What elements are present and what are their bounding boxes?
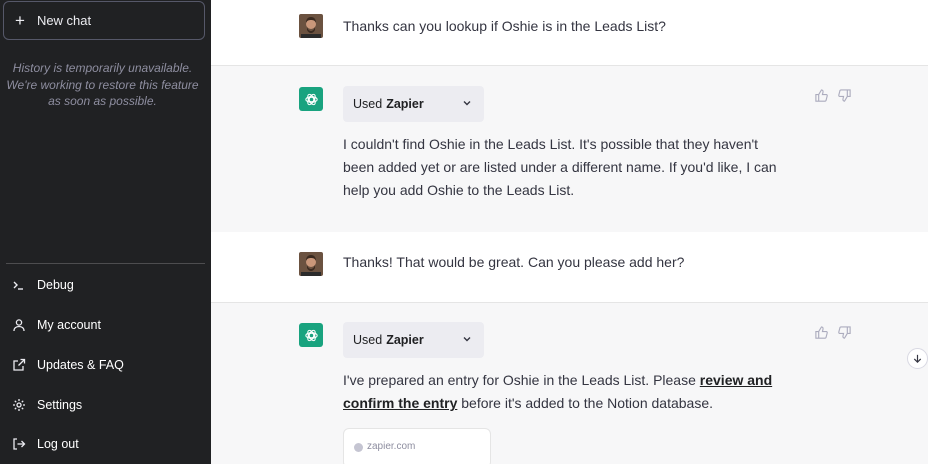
chevron-down-icon	[463, 101, 471, 106]
plugin-used-dropdown[interactable]: Used Zapier	[343, 86, 484, 122]
sidebar-item-label: Log out	[37, 437, 79, 451]
user-icon	[12, 318, 26, 332]
feedback-buttons	[814, 88, 852, 103]
sidebar-item-settings[interactable]: Settings	[6, 389, 205, 421]
new-chat-label: New chat	[36, 13, 92, 28]
arrow-down-icon	[913, 354, 922, 364]
plugin-name: Zapier	[386, 333, 424, 347]
new-chat-button[interactable]: + New chat	[3, 1, 205, 40]
user-message: Thanks! That would be great. Can you ple…	[211, 232, 928, 302]
message-text: Thanks can you lookup if Oshie is in the…	[343, 18, 666, 34]
sidebar-divider	[6, 263, 205, 264]
plugin-name: Zapier	[386, 97, 424, 111]
logout-icon	[12, 437, 26, 451]
message-text-before-link: I've prepared an entry for Oshie in the …	[343, 372, 696, 388]
assistant-message: Used Zapier I couldn't find Oshie in the…	[211, 66, 928, 232]
sidebar-item-log-out[interactable]: Log out	[6, 428, 205, 460]
external-link-icon	[12, 358, 26, 372]
scroll-to-bottom-button[interactable]	[907, 348, 928, 369]
sidebar: + New chat History is temporarily unavai…	[0, 0, 211, 464]
sidebar-item-label: Settings	[37, 398, 83, 412]
history-unavailable-note: History is temporarily unavailable. We'r…	[6, 61, 199, 108]
plugin-prefix: Used	[353, 97, 383, 111]
message-text: I've prepared an entry for Oshie in the …	[343, 369, 813, 415]
conversation-area: Thanks can you lookup if Oshie is in the…	[211, 0, 928, 464]
user-avatar	[299, 14, 323, 38]
user-message: Thanks can you lookup if Oshie is in the…	[211, 0, 928, 65]
gear-icon	[12, 398, 26, 412]
sidebar-item-label: My account	[37, 318, 101, 332]
message-text-after-link: before it's added to the Notion database…	[461, 395, 713, 411]
thumbs-up-icon[interactable]	[814, 88, 829, 103]
chatgpt-logo-icon	[299, 323, 323, 347]
plugin-prefix: Used	[353, 333, 383, 347]
link-domain: zapier.com	[367, 441, 416, 452]
sidebar-item-debug[interactable]: Debug	[6, 269, 205, 301]
sidebar-item-updates-faq[interactable]: Updates & FAQ	[6, 349, 205, 381]
sidebar-item-label: Debug	[37, 278, 74, 292]
thumbs-up-icon[interactable]	[814, 325, 829, 340]
plugin-used-dropdown[interactable]: Used Zapier	[343, 322, 484, 358]
thumbs-down-icon[interactable]	[837, 88, 852, 103]
feedback-buttons	[814, 325, 852, 340]
thumbs-down-icon[interactable]	[837, 325, 852, 340]
message-text: Thanks! That would be great. Can you ple…	[343, 254, 685, 270]
favicon-icon	[354, 443, 363, 452]
plus-icon: +	[15, 11, 25, 30]
link-preview-card[interactable]: zapier.com	[343, 428, 491, 464]
chatgpt-logo-icon	[299, 87, 323, 111]
chevron-down-icon	[463, 337, 471, 342]
user-avatar	[299, 252, 323, 276]
sidebar-item-my-account[interactable]: My account	[6, 309, 205, 341]
assistant-message: Used Zapier I've prepared an entry for O…	[211, 303, 928, 464]
sidebar-item-label: Updates & FAQ	[37, 358, 124, 372]
terminal-icon	[12, 278, 26, 292]
message-text: I couldn't find Oshie in the Leads List.…	[343, 136, 777, 198]
